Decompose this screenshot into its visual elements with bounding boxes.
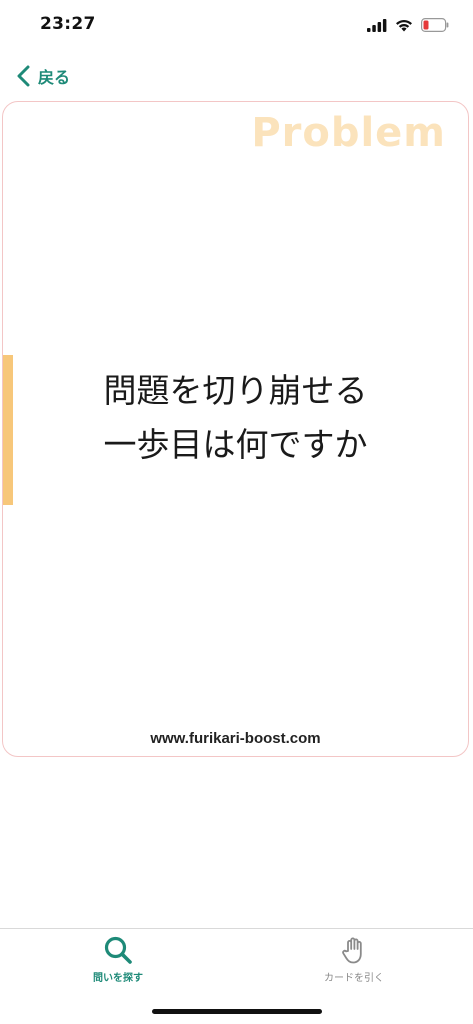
tab-search-label: 問いを探す <box>93 973 143 984</box>
status-time: 23:27 <box>40 14 96 34</box>
cellular-signal-icon <box>367 18 387 32</box>
chevron-left-icon <box>17 65 30 87</box>
card-question-line-1: 問題を切り崩せる <box>103 371 368 410</box>
battery-low-icon <box>421 18 449 32</box>
home-indicator <box>152 1009 322 1014</box>
card-question-line-2: 一歩目は何ですか <box>103 425 368 464</box>
tab-draw-card[interactable]: カードを引く <box>284 935 424 989</box>
tab-draw-label: カードを引く <box>324 973 384 984</box>
card-category-tag: Problem <box>251 110 446 156</box>
search-icon <box>104 936 132 964</box>
card-question: 問題を切り崩せる 一歩目は何ですか <box>3 364 468 472</box>
tab-search-questions[interactable]: 問いを探す <box>48 935 188 989</box>
question-card[interactable]: Problem 問題を切り崩せる 一歩目は何ですか www.furikari-b… <box>2 101 469 757</box>
status-icons <box>367 16 449 34</box>
back-label: 戻る <box>38 68 71 87</box>
card-footer-url: www.furikari-boost.com <box>150 730 321 747</box>
back-button[interactable]: 戻る <box>16 62 70 90</box>
hand-icon <box>342 937 362 964</box>
wifi-icon <box>396 19 412 31</box>
status-bar: 23:27 <box>0 0 473 50</box>
